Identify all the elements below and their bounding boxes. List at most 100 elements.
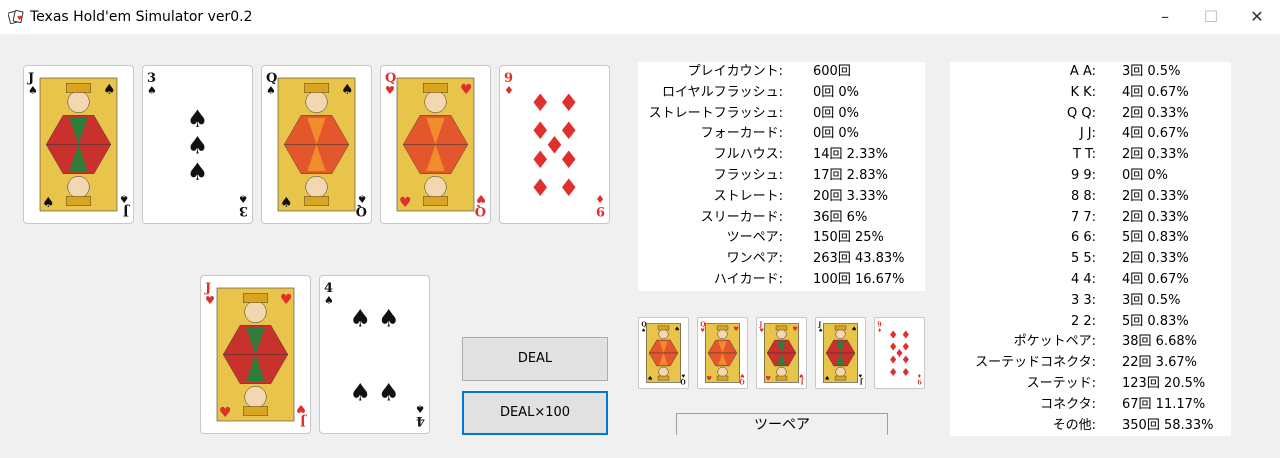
stat-row: ツーペア: 150回 25% <box>638 227 925 248</box>
svg-text:♥: ♥ <box>460 82 473 98</box>
stat-row: スリーカード: 36回 6% <box>638 207 925 228</box>
stat-row: J J: 4回 0.67% <box>950 123 1231 144</box>
spade-pip-icon: ♠ <box>187 132 209 160</box>
stat-value: 38回 6.68% <box>1122 334 1197 350</box>
spade-icon: ♠ <box>818 328 823 334</box>
stat-value: 4回 0.67% <box>1122 126 1189 142</box>
spade-pip-icon: ♠ <box>349 379 371 407</box>
stat-row: フルハウス: 14回 2.33% <box>638 144 925 165</box>
board-card-2: 3 ♠ 3 ♠ ♠ ♠ ♠ <box>142 65 253 224</box>
court-figure-icon: ♠♠ <box>646 323 681 383</box>
diamond-pip-icon: ♦ <box>558 146 580 174</box>
hand-result-label: ツーペア <box>676 413 888 435</box>
stat-label: 6 6: <box>1070 230 1096 246</box>
stat-row: ポケットペア: 38回 6.68% <box>950 331 1231 352</box>
spade-icon: ♠ <box>119 192 129 205</box>
stat-label: K K: <box>1070 84 1096 100</box>
court-figure-icon: ♠♠ <box>39 77 118 212</box>
deal-button[interactable]: DEAL <box>462 337 608 381</box>
diamond-icon: ♦ <box>504 84 514 97</box>
stat-label: ポケットペア: <box>1013 334 1096 350</box>
stat-value: 2回 0.33% <box>1122 147 1189 163</box>
card-face: Q♠Q♠♠♠ <box>641 321 685 384</box>
stat-row: ストレートフラッシュ: 0回 0% <box>638 103 925 124</box>
card-face: Q♥Q♥♥♥ <box>385 71 486 218</box>
svg-text:♥: ♥ <box>399 195 412 211</box>
stat-value: 150回 25% <box>813 230 884 246</box>
diamond-pip-icon: ♦ <box>558 89 580 117</box>
diamond-icon: ♦ <box>917 372 922 378</box>
spade-icon: ♠ <box>266 84 276 97</box>
cards-app-icon: ♥ <box>8 9 24 25</box>
stat-label: プレイカウント: <box>687 64 783 79</box>
stat-label: 7 7: <box>1070 209 1096 225</box>
close-button[interactable]: ✕ <box>1234 0 1280 34</box>
stat-row: ハイカード: 100回 16.67% <box>638 269 925 290</box>
window-title: Texas Hold'em Simulator ver0.2 <box>30 9 253 25</box>
court-figure-icon: ♥♥ <box>705 323 740 383</box>
stat-value: 0回 0% <box>1122 168 1169 183</box>
card-face: 9♦9♦♦ ♦♦ ♦♦♦ ♦♦ ♦ <box>504 71 605 218</box>
stat-label: その他: <box>1052 417 1096 433</box>
stat-value: 36回 6% <box>813 209 868 225</box>
heart-icon: ♥ <box>740 372 745 378</box>
stat-value: 3回 0.5% <box>1122 292 1181 308</box>
stat-value: 5回 0.83% <box>1122 313 1189 329</box>
stat-row: 5 5: 2回 0.33% <box>950 248 1231 269</box>
diamond-pip-icon: ♦ <box>529 174 551 202</box>
stat-label: フルハウス: <box>713 147 783 163</box>
card-face: 9♦9♦♦ ♦♦ ♦♦♦ ♦♦ ♦ <box>877 321 922 384</box>
diamond-pip-icon: ♦ <box>888 354 898 367</box>
maximize-button[interactable]: ☐ <box>1188 0 1234 34</box>
hole-card-2: 4 ♠ 4 ♠ ♠ ♠ ♠ ♠ <box>319 275 430 434</box>
stat-value: 2回 0.33% <box>1122 251 1189 267</box>
spade-icon: ♠ <box>858 372 863 378</box>
deal-100-button[interactable]: DEAL×100 <box>462 391 608 435</box>
stat-label: スーテッド: <box>1026 376 1096 391</box>
hand-stats-panel: プレイカウント: 600回 ロイヤルフラッシュ: 0回 0% ストレートフラッシュ: 0回… <box>638 62 925 291</box>
stat-row: スーテッド: 123回 20.5% <box>950 373 1231 394</box>
stat-row: ストレート: 20回 3.33% <box>638 186 925 207</box>
stat-value: 67回 11.17% <box>1122 396 1206 412</box>
stat-label: ロイヤルフラッシュ: <box>662 84 783 100</box>
stat-row: A A: 3回 0.5% <box>950 61 1231 82</box>
spade-pip-icon: ♠ <box>349 304 371 332</box>
svg-text:♥: ♥ <box>792 325 798 333</box>
hole-card-1: J ♥ J ♥ ♥ ♥ <box>200 275 311 434</box>
spade-icon: ♠ <box>357 192 367 205</box>
stat-label: スーテッドコネクタ: <box>975 355 1096 371</box>
stat-value: 2回 0.33% <box>1122 209 1189 225</box>
diamond-pip-icon: ♦ <box>901 366 911 379</box>
title-bar: ♥ Texas Hold'em Simulator ver0.2 – ☐ ✕ <box>0 0 1280 34</box>
heart-icon: ♥ <box>296 402 306 415</box>
svg-text:♠: ♠ <box>42 195 55 211</box>
stat-label: 9 9: <box>1070 168 1096 183</box>
minimize-button[interactable]: – <box>1142 0 1188 34</box>
spade-pip-icon: ♠ <box>187 158 209 186</box>
stat-label: コネクタ: <box>1040 396 1096 412</box>
best-hand-card-5: 9 ♦ 9 ♦ ♦ ♦ ♦ ♦ ♦ ♦ ♦ ♦ ♦ <box>874 317 925 389</box>
stat-value: 0回 0% <box>813 84 860 100</box>
stat-value: 14回 2.33% <box>813 147 888 163</box>
card-face: J♠J♠♠♠ <box>27 71 130 218</box>
svg-text:♥: ♥ <box>17 15 22 22</box>
stat-label: T T: <box>1073 147 1096 163</box>
stat-value: 0回 0% <box>813 126 860 142</box>
court-figure-icon: ♥♥ <box>216 287 295 422</box>
stat-value: 3回 0.5% <box>1122 64 1181 79</box>
stat-value: 4回 0.67% <box>1122 84 1189 100</box>
stat-value: 4回 0.67% <box>1122 272 1189 287</box>
stat-value: 2回 0.33% <box>1122 105 1189 121</box>
diamond-pip-icon: ♦ <box>529 146 551 174</box>
svg-text:♠: ♠ <box>647 375 653 383</box>
svg-text:♠: ♠ <box>674 325 680 333</box>
stat-value: 2回 0.33% <box>1122 188 1189 204</box>
svg-text:♥: ♥ <box>733 325 739 333</box>
stat-label: フラッシュ: <box>713 168 783 183</box>
heart-icon: ♥ <box>759 328 764 334</box>
stat-value: 123回 20.5% <box>1122 376 1206 391</box>
stat-value: 350回 58.33% <box>1122 417 1214 433</box>
board-card-3: Q ♠ Q ♠ ♠ ♠ <box>261 65 372 224</box>
court-figure-icon: ♥♥ <box>764 323 799 383</box>
spade-pip-icon: ♠ <box>187 105 209 133</box>
